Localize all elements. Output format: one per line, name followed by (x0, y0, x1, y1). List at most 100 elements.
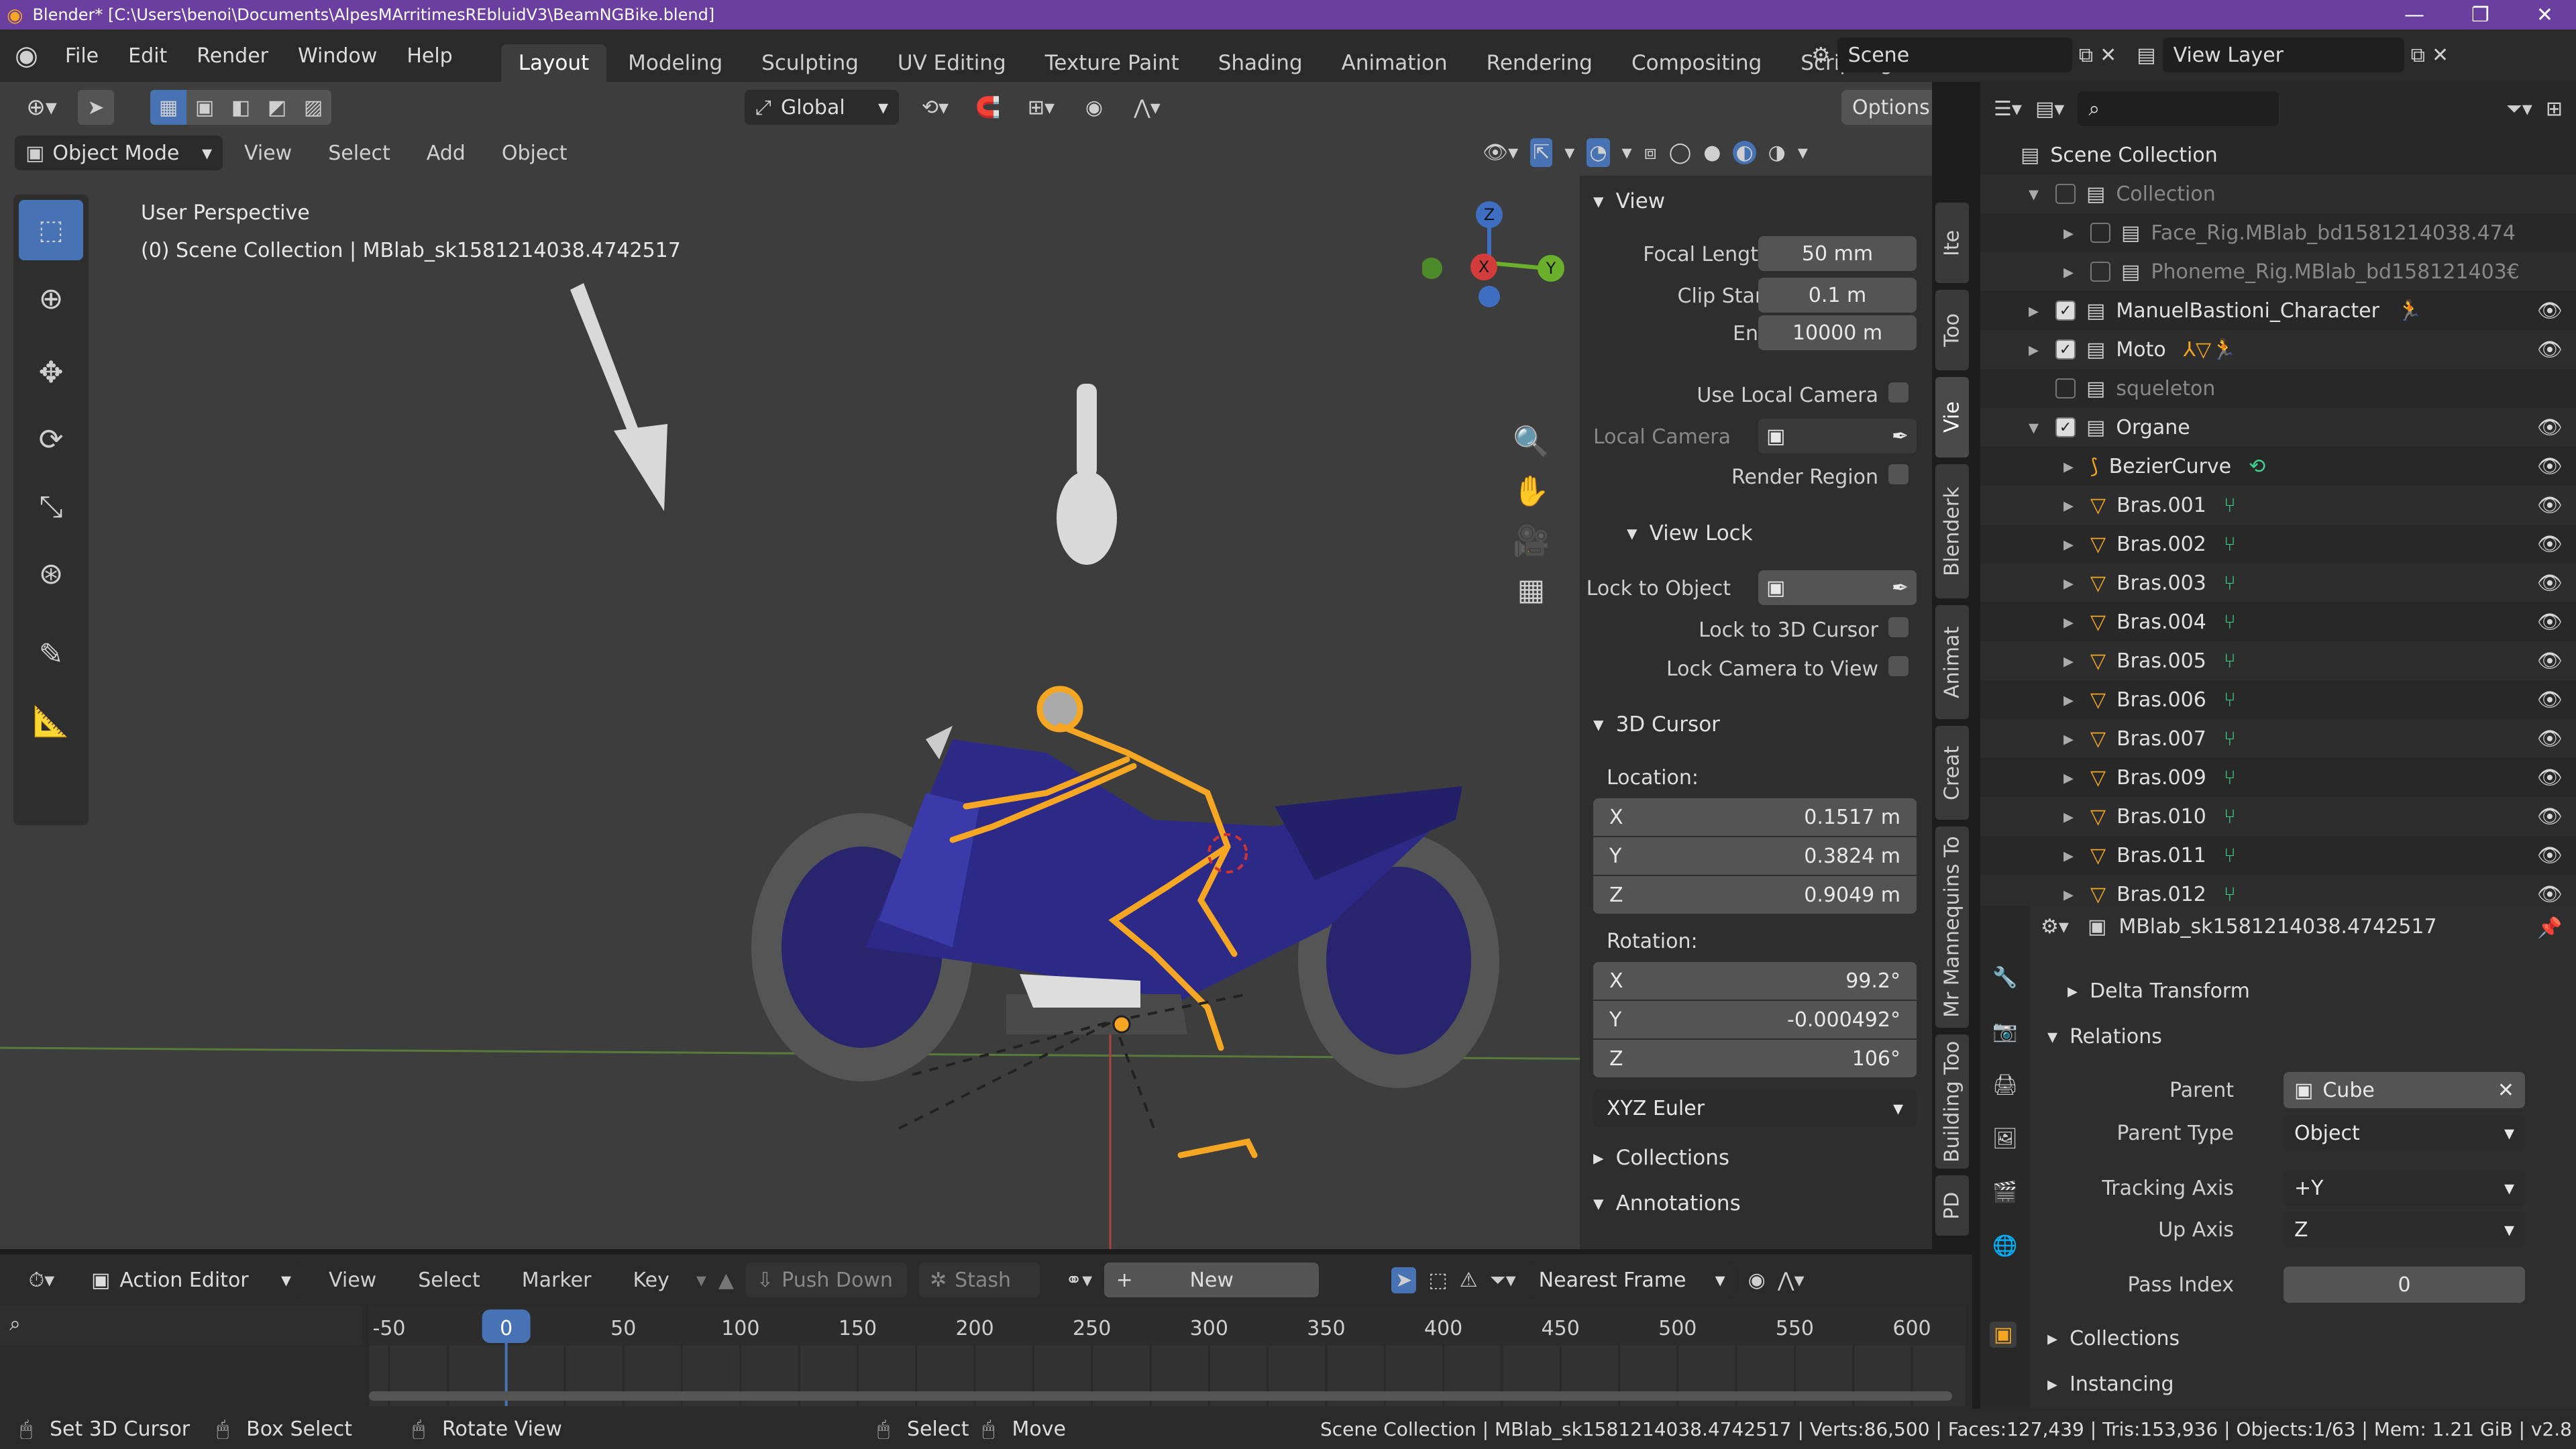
sidebar-tab-view[interactable]: Vie (1935, 377, 1969, 458)
view-lock-header[interactable]: ▾ View Lock (1627, 521, 1753, 545)
annotate-tool-icon[interactable]: ✎ (19, 624, 83, 684)
delete-view-layer-icon[interactable]: ✕ (2432, 44, 2449, 67)
outliner-row[interactable]: ▸ ▽ Bras.009 ⑂ 👁 (1980, 758, 2576, 797)
focal-length-field[interactable]: 50 mm (1758, 236, 1917, 271)
maximize-icon[interactable]: ❐ (2471, 3, 2489, 27)
tab-rendering[interactable]: Rendering (1469, 44, 1610, 82)
mode-dropdown[interactable]: ▣ Object Mode ▾ (15, 136, 223, 170)
eyedropper-icon[interactable]: ✒ (1892, 576, 1909, 600)
lock-to-object-field[interactable]: ▣ ✒ (1758, 570, 1917, 605)
select-subtract-icon[interactable]: ◧ (223, 90, 259, 125)
sidebar-tab-tool[interactable]: Too (1935, 290, 1969, 370)
scene-props-icon[interactable]: 🎬 (1992, 1181, 2017, 1204)
outliner-row[interactable]: ▸ ▽ Bras.003 ⑂ 👁 (1980, 564, 2576, 602)
menu-help[interactable]: Help (407, 44, 452, 68)
cursor-rotation-y[interactable]: Y -0.000492° (1593, 1001, 1917, 1038)
chevron-down-icon[interactable]: ▾ (1798, 141, 1808, 164)
chevron-down-icon[interactable]: ▾ (1622, 141, 1632, 164)
transform-orientation-dropdown[interactable]: ⤢ Global ▾ (745, 90, 899, 125)
rotate-tool-icon[interactable]: ⟳ (19, 409, 83, 470)
visibility-eye-icon[interactable]: 👁 (2537, 688, 2563, 712)
cursor-rotation-z[interactable]: Z 106° (1593, 1040, 1917, 1077)
cursor-tool-icon[interactable]: ⊕ (19, 268, 83, 329)
filter-icon[interactable]: ⏷▾ (2506, 97, 2532, 121)
transform-tool-icon[interactable]: ⊛ (19, 543, 83, 604)
editor-type-icon[interactable]: ⏱▾ (15, 1269, 68, 1292)
editor-type-icon[interactable]: ⊕▾ (15, 94, 68, 121)
push-down-button[interactable]: ⇩ Push Down (746, 1263, 907, 1297)
move-tool-icon[interactable]: ✥ (19, 342, 83, 402)
menu-window[interactable]: Window (298, 44, 377, 68)
local-camera-field[interactable]: ▣ ✒ (1758, 419, 1917, 453)
visibility-eye-icon[interactable]: 👁 (2537, 766, 2563, 790)
render-props-icon[interactable]: 📷 (1992, 1020, 2017, 1043)
lock-camera-to-view-checkbox[interactable] (1888, 656, 1909, 676)
collections-section-header[interactable]: ▸ Collections (1593, 1146, 1729, 1170)
chevron-down-icon[interactable]: ▾ (696, 1269, 706, 1292)
falloff-icon[interactable]: ⋀▾ (1778, 1269, 1805, 1292)
exclude-checkbox[interactable] (2090, 262, 2110, 282)
measure-tool-icon[interactable]: 📐 (19, 691, 83, 751)
visibility-icon[interactable]: 👁▾ (1483, 141, 1518, 164)
exclude-checkbox[interactable]: ✓ (2055, 417, 2076, 437)
pan-icon[interactable]: ✋ (1513, 474, 1550, 508)
tab-layout[interactable]: Layout (500, 44, 607, 82)
outliner-row[interactable]: ▸ ▤ Face_Rig.MBlab_bd1581214038.474 (1980, 213, 2576, 252)
camera-view-icon[interactable]: 🎥 (1513, 523, 1550, 558)
outliner-row[interactable]: ▸ ▽ Bras.006 ⑂ 👁 (1980, 680, 2576, 719)
sidebar-tab-blenderkit[interactable]: Blenderk (1935, 464, 1969, 598)
world-props-icon[interactable]: 🌐 (1992, 1234, 2017, 1258)
rotation-mode-dropdown[interactable]: XYZ Euler ▾ (1593, 1089, 1917, 1127)
outliner-row[interactable]: ▤ Scene Collection (1980, 136, 2576, 174)
action-browse-icon[interactable]: ⚭▾ (1065, 1269, 1092, 1292)
timeline-menu-marker[interactable]: Marker (507, 1269, 606, 1292)
falloff-icon[interactable]: ⋀▾ (1120, 96, 1174, 119)
cursor-rotation-x[interactable]: X 99.2° (1593, 962, 1917, 1000)
outliner-search-input[interactable]: ⌕ (2078, 91, 2279, 126)
new-view-layer-icon[interactable]: ⧉ (2411, 44, 2425, 67)
clip-end-field[interactable]: 10000 m (1758, 315, 1917, 350)
cursor-location-y[interactable]: Y 0.3824 m (1593, 837, 1917, 875)
proportional-edit-icon[interactable]: ◉ (1077, 96, 1111, 119)
scene-selector[interactable]: Scene (1837, 38, 2072, 72)
chevron-right-icon[interactable]: ▸ (2063, 494, 2090, 517)
outliner-row[interactable]: ▸ ✓ ▤ ManuelBastioni_Character 🏃 👁 (1980, 291, 2576, 330)
visibility-eye-icon[interactable]: 👁 (2537, 572, 2563, 595)
cursor-location-z[interactable]: Z 0.9049 m (1593, 876, 1917, 914)
sidebar-tab-create[interactable]: Creat (1935, 726, 1969, 820)
only-errors-icon[interactable]: ⚠ (1460, 1269, 1478, 1292)
select-intersect-icon[interactable]: ▨ (295, 90, 331, 125)
rendered-shading-icon[interactable]: ◑ (1768, 141, 1786, 164)
editor-mode-dropdown[interactable]: ▣ Action Editor ▾ (80, 1263, 302, 1297)
ortho-toggle-icon[interactable]: ▦ (1513, 573, 1550, 607)
delete-scene-icon[interactable]: ✕ (2100, 44, 2116, 67)
sidebar-tab-mr-mannequins[interactable]: Mr Mannequins To (1935, 826, 1969, 1028)
annotations-section-header[interactable]: ▾ Annotations (1593, 1191, 1741, 1216)
exclude-checkbox[interactable]: ✓ (2055, 301, 2076, 321)
tab-animation[interactable]: Animation (1324, 44, 1465, 82)
horizontal-scrollbar[interactable] (369, 1391, 1952, 1401)
parent-type-dropdown[interactable]: Object ▾ (2284, 1115, 2525, 1151)
timeline-menu-select[interactable]: Select (403, 1269, 495, 1292)
clear-icon[interactable]: ✕ (2498, 1079, 2514, 1102)
view-layer-icon[interactable]: ▤ (2137, 44, 2155, 67)
viewport-menu-select[interactable]: Select (313, 142, 405, 165)
parent-field[interactable]: ▣ Cube ✕ (2284, 1072, 2525, 1108)
up-axis-dropdown[interactable]: Z ▾ (2284, 1212, 2525, 1248)
timeline-menu-view[interactable]: View (314, 1269, 391, 1292)
props-editor-icon[interactable]: ⚙▾ (2041, 915, 2069, 938)
only-selected-icon[interactable]: ➤ (1391, 1267, 1417, 1293)
chevron-right-icon[interactable]: ▸ (2063, 844, 2090, 867)
chevron-right-icon[interactable]: ▸ (2063, 649, 2090, 673)
cursor-location-x[interactable]: X 0.1517 m (1593, 798, 1917, 836)
channel-search[interactable]: ⌕ (0, 1305, 362, 1346)
stash-button[interactable]: ✲ Stash (919, 1263, 1040, 1297)
pivot-icon[interactable]: ⟲▾ (908, 96, 962, 119)
select-box-tool-icon[interactable]: ⬚ (19, 200, 83, 260)
tab-sculpting[interactable]: Sculpting (744, 44, 876, 82)
exclude-checkbox[interactable]: ✓ (2055, 339, 2076, 360)
chevron-right-icon[interactable]: ▸ (2063, 883, 2090, 906)
wireframe-shading-icon[interactable]: ◯ (1669, 141, 1692, 164)
visibility-eye-icon[interactable]: 👁 (2537, 416, 2563, 439)
visibility-eye-icon[interactable]: 👁 (2537, 727, 2563, 751)
